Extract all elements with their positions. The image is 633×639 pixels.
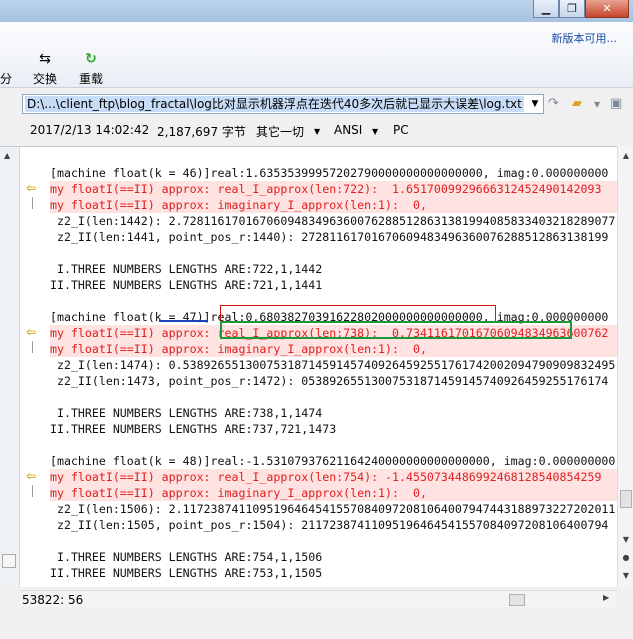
diff-bracket (32, 197, 38, 209)
text-line[interactable]: z2_II(len:1505, point_pos_r:1504): 21172… (50, 517, 617, 533)
diff-line[interactable]: my floatI(==II) approx: real_I_approx(le… (50, 181, 617, 197)
diff-line[interactable]: my floatI(==II) approx: imaginary_I_appr… (50, 197, 617, 213)
new-version-link[interactable]: 新版本可用... (552, 30, 618, 46)
file-info-bar: 2017/2/13 14:02:42 2,187,697 字节 其它一切 ▼ A… (0, 118, 633, 144)
diff-arrow-icon[interactable]: ⇦ (26, 325, 36, 339)
diff-arrow-icon[interactable]: ⇦ (26, 469, 36, 483)
diff-line[interactable]: my floatI(==II) approx: imaginary_I_appr… (50, 485, 617, 501)
close-button[interactable]: ✕ (585, 0, 629, 18)
compare-editor[interactable]: ▲ ⇦ ⇦ ⇦ [machine float(k = 46)]real:1.63… (0, 146, 617, 587)
save-icon[interactable]: ▣ (610, 96, 622, 111)
text-line[interactable]: [machine float(k = 46)]real:1.6353539995… (50, 165, 617, 181)
window-controls: ▁ ❐ ✕ (533, 0, 629, 18)
exchange-icon: ⇆ (39, 51, 51, 67)
scroll-down-end-icon[interactable]: ▼ (618, 568, 633, 584)
text-line[interactable] (50, 437, 617, 453)
open-folder-icon[interactable]: ▰ (572, 96, 582, 111)
maximize-button[interactable]: ❐ (559, 0, 585, 18)
text-line[interactable]: I.THREE NUMBERS LENGTHS ARE:722,1,1442 (50, 261, 617, 277)
file-datetime: 2017/2/13 14:02:42 (30, 123, 150, 137)
file-path-input[interactable]: D:\...\client_ftp\blog_fractal\log比对显示机器… (22, 94, 544, 114)
toolbar: 新版本可用... 分 ⇆ 交换 ↻ 重载 (0, 22, 633, 88)
diff-arrow-icon[interactable]: ⇦ (26, 181, 36, 195)
open-dropdown-icon[interactable]: ▼ (594, 100, 600, 109)
path-bar: D:\...\client_ftp\blog_fractal\log比对显示机器… (0, 92, 633, 116)
status-bar: 53822: 56 (0, 591, 200, 609)
encoding-dropdown-icon[interactable]: ▼ (372, 127, 378, 136)
text-line[interactable]: II.THREE NUMBERS LENGTHS ARE:737,721,147… (50, 421, 617, 437)
text-line[interactable]: I.THREE NUMBERS LENGTHS ARE:738,1,1474 (50, 405, 617, 421)
text-content[interactable]: [machine float(k = 46)]real:1.6353539995… (50, 147, 617, 587)
vertical-scrollbar[interactable]: ▲ ▼ ● ▼ (617, 146, 633, 587)
text-line[interactable]: II.THREE NUMBERS LENGTHS ARE:721,1,1441 (50, 277, 617, 293)
reload-button[interactable]: ↻ 重载 (68, 50, 114, 87)
horizontal-scroll-thumb[interactable] (509, 594, 525, 606)
other-dropdown-icon[interactable]: ▼ (314, 127, 320, 136)
diff-gutter (20, 147, 50, 587)
line-ending-option[interactable]: PC (393, 123, 409, 137)
text-line[interactable]: z2_I(len:1442): 2.7281161701670609483496… (50, 213, 617, 229)
bottom-strip (0, 609, 633, 639)
exchange-label: 交换 (32, 72, 57, 86)
text-line[interactable] (50, 149, 617, 165)
blue-underline-annotation (159, 320, 208, 322)
minimize-button[interactable]: ▁ (533, 0, 559, 18)
cursor-position: 53822: 56 (22, 593, 84, 607)
scroll-down-icon[interactable]: ▼ (618, 532, 633, 548)
diff-bracket (32, 341, 38, 353)
file-size: 2,187,697 字节 (157, 125, 246, 139)
left-scrollbar[interactable]: ▲ (0, 147, 20, 587)
scroll-right-icon[interactable]: ▶ (603, 593, 609, 602)
diff-line[interactable]: my floatI(==II) approx: imaginary_I_appr… (50, 341, 617, 357)
diff-line[interactable]: my floatI(==II) approx: real_I_approx(le… (50, 469, 617, 485)
toolbar-partial-label[interactable]: 分 (0, 70, 12, 87)
exchange-button[interactable]: ⇆ 交换 (22, 50, 68, 87)
text-line[interactable] (50, 533, 617, 549)
text-line[interactable]: II.THREE NUMBERS LENGTHS ARE:753,1,1505 (50, 565, 617, 581)
text-line[interactable] (50, 389, 617, 405)
encoding-option[interactable]: ANSI (334, 123, 362, 137)
title-bar: ▁ ❐ ✕ (0, 0, 633, 22)
text-line[interactable]: I.THREE NUMBERS LENGTHS ARE:754,1,1506 (50, 549, 617, 565)
scroll-center-icon[interactable]: ● (618, 550, 633, 566)
scroll-up-icon[interactable]: ▲ (618, 148, 633, 164)
history-back-icon[interactable]: ↷ (548, 96, 559, 111)
left-scroll-up-icon[interactable]: ▲ (4, 151, 10, 160)
left-scroll-thumb[interactable] (2, 554, 16, 568)
reload-icon: ↻ (85, 51, 97, 67)
green-box-annotation (220, 321, 572, 339)
other-option[interactable]: 其它一切 (256, 123, 304, 140)
text-line[interactable]: z2_I(len:1474): 0.5389265513007531871459… (50, 357, 617, 373)
reload-label: 重载 (78, 72, 103, 86)
path-dropdown-button[interactable]: ▼ (527, 95, 543, 113)
text-line[interactable]: z2_I(len:1506): 2.1172387411095196464541… (50, 501, 617, 517)
vertical-scroll-thumb[interactable] (620, 490, 632, 508)
diff-bracket (32, 485, 38, 497)
text-line[interactable]: z2_II(len:1473, point_pos_r:1472): 05389… (50, 373, 617, 389)
text-line[interactable]: [machine float(k = 48)]real:-1.531079376… (50, 453, 617, 469)
text-line[interactable] (50, 245, 617, 261)
text-line[interactable]: z2_II(len:1441, point_pos_r:1440): 27281… (50, 229, 617, 245)
file-path-text: D:\...\client_ftp\blog_fractal\log比对显示机器… (25, 96, 524, 112)
